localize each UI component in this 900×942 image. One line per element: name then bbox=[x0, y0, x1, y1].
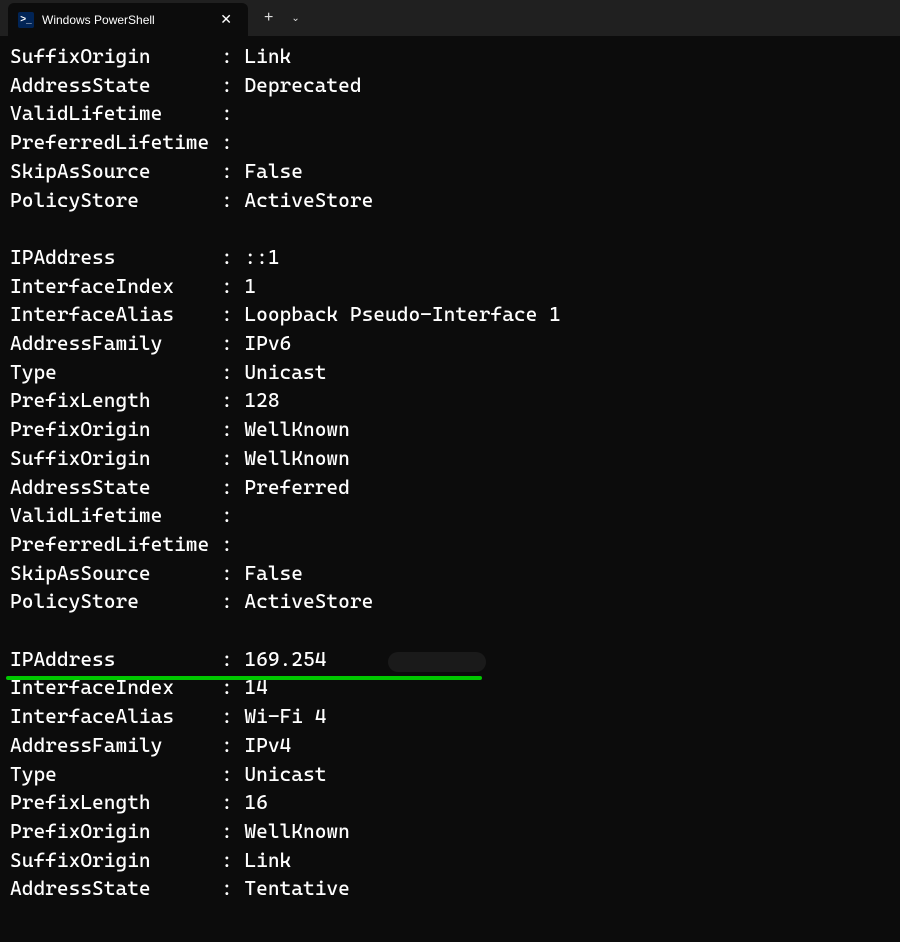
tab-title: Windows PowerShell bbox=[42, 13, 202, 27]
close-icon[interactable]: ✕ bbox=[214, 9, 238, 30]
terminal-output[interactable]: SuffixOrigin : Link AddressState : Depre… bbox=[0, 36, 900, 913]
tab-powershell[interactable]: >_ Windows PowerShell ✕ bbox=[8, 3, 248, 36]
tab-controls: + ⌄ bbox=[254, 0, 308, 36]
highlight-underline bbox=[6, 676, 482, 680]
redacted-ip-suffix bbox=[388, 652, 486, 672]
powershell-icon: >_ bbox=[18, 12, 34, 28]
titlebar: >_ Windows PowerShell ✕ + ⌄ bbox=[0, 0, 900, 36]
tab-dropdown-button[interactable]: ⌄ bbox=[283, 7, 307, 30]
new-tab-button[interactable]: + bbox=[254, 3, 283, 33]
